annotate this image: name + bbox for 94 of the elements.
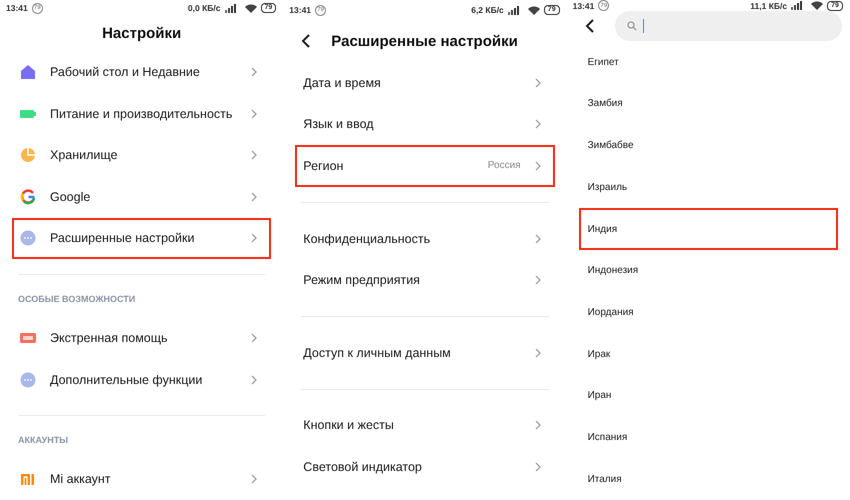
menu-item[interactable]: Google bbox=[12, 176, 272, 218]
search-field[interactable] bbox=[614, 11, 842, 42]
network-speed: 6,2 КБ/с bbox=[471, 5, 504, 15]
menu-item[interactable]: Дата и время bbox=[295, 62, 555, 104]
item-label: Испания bbox=[588, 432, 628, 443]
menu-item[interactable]: Зимбабве bbox=[578, 124, 838, 166]
more-icon bbox=[20, 372, 36, 388]
item-label: Рабочий стол и Недавние bbox=[50, 65, 201, 80]
chevron-icon bbox=[534, 234, 541, 244]
menu-item[interactable]: Замбия bbox=[578, 83, 838, 125]
item-label: Расширенные настройки bbox=[50, 231, 196, 246]
item-label: Конфиденциальность bbox=[303, 232, 432, 246]
chevron-icon bbox=[251, 374, 258, 385]
network-speed: 11,1 КБ/с bbox=[750, 0, 788, 11]
item-label: Язык и ввод bbox=[303, 117, 375, 132]
more-icon bbox=[20, 230, 36, 246]
menu-item[interactable]: Экстренная помощь bbox=[12, 317, 272, 359]
item-label: Иордания bbox=[588, 306, 635, 318]
chevron-icon bbox=[251, 333, 258, 344]
menu-item[interactable]: Регион Россия bbox=[295, 145, 555, 187]
menu-item[interactable]: Испания bbox=[578, 416, 838, 458]
item-label: Индонезия bbox=[588, 265, 640, 276]
menu-item[interactable]: Ирак bbox=[578, 333, 838, 375]
item-label: Дата и время bbox=[303, 76, 382, 90]
item-label: Египет bbox=[588, 56, 620, 68]
item-label: Регион bbox=[303, 158, 344, 173]
item-label: Хранилище bbox=[50, 148, 118, 162]
chevron-icon bbox=[251, 108, 258, 119]
network-speed: 0,0 КБ/с bbox=[188, 3, 220, 14]
google-g-icon bbox=[20, 188, 36, 205]
item-label: Экстренная помощь bbox=[50, 331, 169, 346]
menu-item[interactable]: Питание и производительность bbox=[12, 92, 272, 134]
wifi-icon bbox=[811, 1, 824, 10]
back-icon[interactable] bbox=[584, 19, 595, 34]
menu-item[interactable]: Индия bbox=[578, 208, 838, 250]
menu-item[interactable]: Хранилище bbox=[12, 134, 272, 176]
menu-item[interactable]: Режим предприятия bbox=[295, 259, 555, 301]
menu-item[interactable]: Италия bbox=[578, 458, 838, 500]
item-value: Россия bbox=[488, 160, 521, 172]
chevron-icon bbox=[534, 119, 541, 130]
status-time: 13:41 bbox=[6, 3, 28, 14]
back-icon[interactable] bbox=[301, 34, 312, 48]
menu-item[interactable]: Дополнительные функции bbox=[12, 358, 272, 400]
status-time: 13:41 bbox=[572, 0, 594, 11]
status-time: 13:41 bbox=[289, 5, 312, 15]
chevron-icon bbox=[534, 275, 541, 286]
menu-item[interactable]: Рабочий стол и Недавние bbox=[12, 51, 272, 93]
chevron-icon bbox=[534, 348, 541, 358]
item-label: Иран bbox=[588, 390, 612, 402]
chevron-icon bbox=[251, 150, 258, 160]
home-icon bbox=[20, 64, 36, 80]
item-label: Mi аккаунт bbox=[50, 472, 112, 486]
chevron-icon bbox=[251, 67, 258, 78]
menu-item[interactable]: Иран bbox=[578, 374, 838, 417]
section-heading: ОСОБЫЕ ВОЗМОЖНОСТИ bbox=[17, 293, 136, 306]
menu-item[interactable]: Язык и ввод bbox=[295, 104, 555, 146]
chevron-icon bbox=[251, 233, 258, 244]
menu-item[interactable]: Расширенные настройки bbox=[12, 218, 272, 260]
item-label: Израиль bbox=[588, 182, 628, 193]
chevron-icon bbox=[534, 78, 541, 88]
screen-title: Расширенные настройки bbox=[331, 32, 518, 50]
item-label: Кнопки и жесты bbox=[303, 418, 395, 432]
menu-item[interactable]: Израиль bbox=[578, 166, 838, 208]
menu-item[interactable]: Доступ к личным данным bbox=[295, 332, 555, 374]
menu-item[interactable]: Иордания bbox=[578, 292, 838, 334]
mi-logo-icon bbox=[20, 471, 36, 488]
screen-title: Настройки bbox=[101, 25, 182, 42]
menu-item[interactable]: Mi аккаунт bbox=[12, 458, 272, 500]
item-label: Замбия bbox=[588, 98, 624, 110]
chevron-icon bbox=[534, 462, 541, 472]
menu-item[interactable]: Кнопки и жесты bbox=[295, 404, 555, 446]
menu-item[interactable]: Световой индикатор bbox=[295, 446, 555, 488]
item-label: Дополнительные функции bbox=[50, 372, 204, 387]
wifi-icon bbox=[528, 6, 540, 14]
menu-item[interactable]: Египет bbox=[578, 41, 838, 84]
item-label: Ирак bbox=[588, 348, 612, 360]
item-label: Индия bbox=[588, 224, 618, 235]
item-label: Световой индикатор bbox=[303, 460, 423, 474]
menu-item[interactable]: Конфиденциальность bbox=[295, 218, 555, 260]
item-label: Режим предприятия bbox=[303, 273, 421, 288]
section-heading: АККАУНТЫ bbox=[17, 434, 70, 448]
wifi-icon bbox=[244, 4, 256, 13]
item-label: Италия bbox=[588, 474, 623, 485]
item-label: Доступ к личным данным bbox=[303, 346, 452, 360]
item-label: Питание и производительность bbox=[50, 106, 234, 121]
menu-item[interactable]: Индонезия bbox=[578, 250, 838, 292]
chevron-icon bbox=[534, 420, 541, 430]
item-label: Google bbox=[50, 190, 92, 204]
chevron-icon bbox=[534, 160, 541, 171]
chevron-icon bbox=[251, 192, 258, 202]
item-label: Зимбабве bbox=[588, 140, 635, 152]
chevron-icon bbox=[251, 474, 258, 484]
pie-chart-icon bbox=[20, 147, 36, 164]
search-icon bbox=[626, 21, 637, 32]
